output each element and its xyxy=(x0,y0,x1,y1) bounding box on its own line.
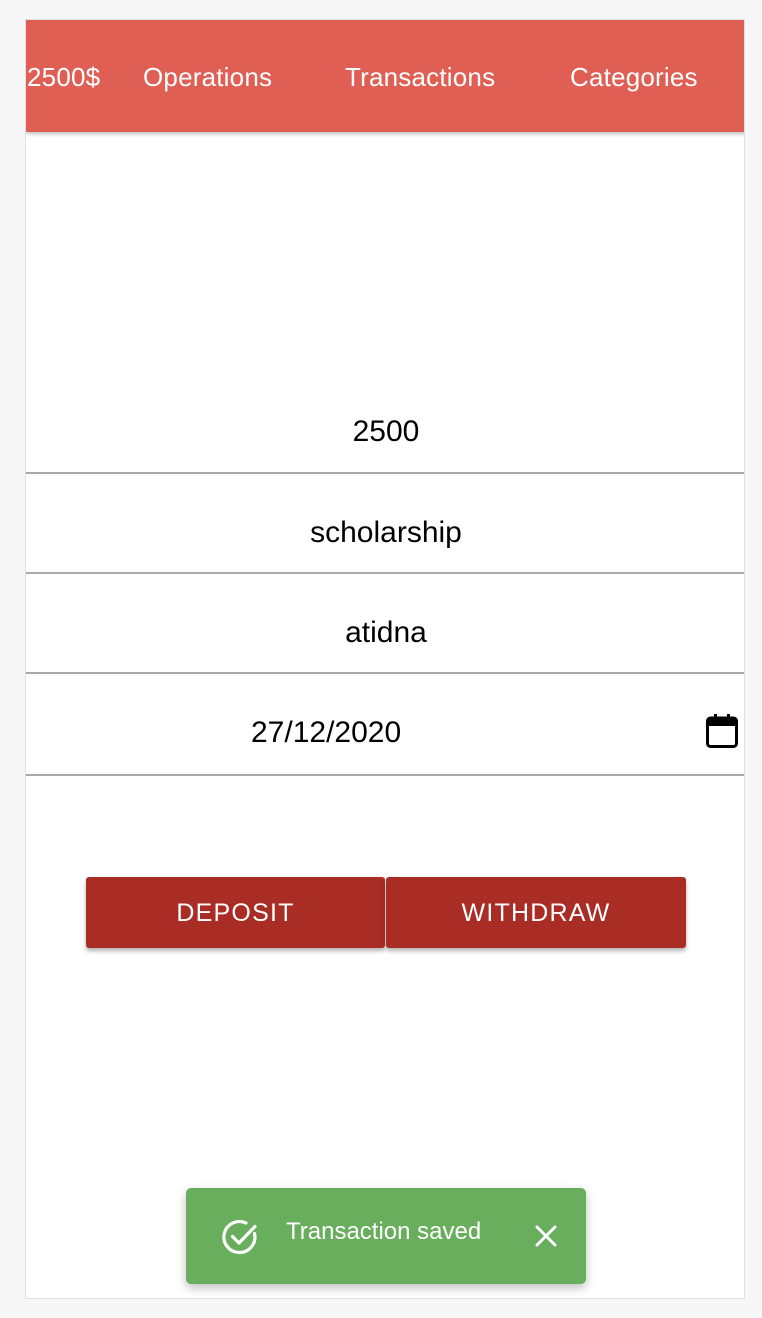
success-snackbar: Transaction saved xyxy=(186,1188,586,1284)
snackbar-message: Transaction saved xyxy=(286,1218,482,1245)
nav-link-transactions[interactable]: Transactions xyxy=(345,20,495,132)
app-container: 2500$ Operations Transactions Categories… xyxy=(25,19,745,1299)
deposit-button[interactable]: DEPOSIT xyxy=(86,877,385,948)
calendar-icon[interactable] xyxy=(706,714,738,748)
amount-input[interactable]: 2500 xyxy=(26,400,744,474)
amount-value: 2500 xyxy=(352,415,420,448)
top-navbar: 2500$ Operations Transactions Categories xyxy=(26,20,744,132)
date-input[interactable]: 27/12/2020 xyxy=(26,674,744,776)
date-value: 27/12/2020 xyxy=(251,716,402,749)
close-icon[interactable] xyxy=(534,1224,558,1248)
withdraw-button[interactable]: WITHDRAW xyxy=(386,877,686,948)
check-circle-icon xyxy=(222,1219,257,1255)
category-input[interactable]: scholarship xyxy=(26,474,744,574)
nav-link-operations[interactable]: Operations xyxy=(143,20,272,132)
vendor-input[interactable]: atidna xyxy=(26,574,744,674)
balance-display[interactable]: 2500$ xyxy=(27,20,100,132)
nav-link-categories[interactable]: Categories xyxy=(570,20,698,132)
